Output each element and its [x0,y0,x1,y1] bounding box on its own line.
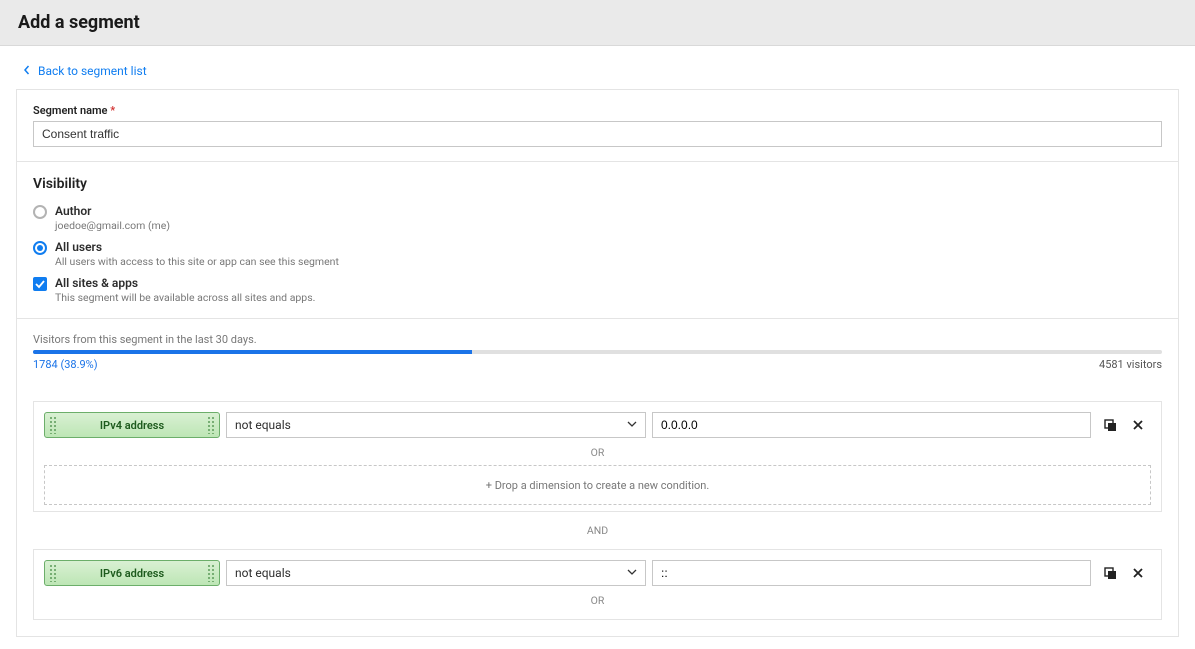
visibility-title: Visibility [33,176,1162,192]
back-link[interactable]: Back to segment list [22,64,147,78]
stats-label: Visitors from this segment in the last 3… [33,333,1162,346]
condition-group: IPv4 address not equals [33,401,1162,512]
stats-total: 4581 visitors [1099,358,1162,371]
segment-panel: Segment name * Visibility Author joedoe@… [16,89,1179,637]
operator-select[interactable]: not equals [226,412,646,438]
stats-numbers: 1784 (38.9%) 4581 visitors [33,358,1162,371]
header-bar: Add a segment [0,0,1195,46]
radio-label: All users [55,240,339,254]
segment-name-input[interactable] [33,121,1162,147]
or-separator: OR [44,594,1151,607]
chevron-down-icon [627,566,637,580]
or-separator: OR [44,446,1151,459]
condition-row: IPv6 address not equals [44,560,1151,586]
progress-fill [33,350,472,354]
radio-sub: joedoe@gmail.com (me) [55,219,170,232]
content-area: Back to segment list Segment name * Visi… [0,46,1195,649]
page-title: Add a segment [18,12,1177,33]
radio-icon [33,205,47,219]
dimension-drop-zone[interactable]: + Drop a dimension to create a new condi… [44,465,1151,505]
name-section: Segment name * [17,90,1178,162]
visibility-option-author[interactable]: Author joedoe@gmail.com (me) [33,204,1162,232]
check-label: All sites & apps [55,276,315,290]
progress-bar [33,350,1162,354]
stats-section: Visitors from this segment in the last 3… [17,319,1178,385]
back-link-label: Back to segment list [38,64,147,78]
remove-button[interactable] [1129,416,1147,434]
row-actions [1097,560,1151,586]
radio-label: Author [55,204,170,218]
and-separator: AND [33,524,1162,537]
radio-sub: All users with access to this site or ap… [55,255,339,268]
chevron-left-icon [22,64,32,78]
dimension-chip[interactable]: IPv6 address [44,560,220,586]
condition-row: IPv4 address not equals [44,412,1151,438]
visibility-all-sites-check[interactable]: All sites & apps This segment will be av… [33,276,1162,304]
row-actions [1097,412,1151,438]
remove-button[interactable] [1129,564,1147,582]
visibility-option-all-users[interactable]: All users All users with access to this … [33,240,1162,268]
value-input[interactable] [652,560,1091,586]
value-input[interactable] [652,412,1091,438]
chevron-down-icon [627,418,637,432]
segment-name-label: Segment name * [33,104,1162,117]
back-row: Back to segment list [16,58,1179,89]
stats-count: 1784 (38.9%) [33,358,98,371]
condition-group: IPv6 address not equals [33,549,1162,620]
radio-icon [33,241,47,255]
dimension-chip[interactable]: IPv4 address [44,412,220,438]
visibility-section: Visibility Author joedoe@gmail.com (me) … [17,162,1178,319]
check-sub: This segment will be available across al… [55,291,315,304]
required-asterisk: * [110,104,115,117]
checkbox-icon [33,277,47,291]
operator-select[interactable]: not equals [226,560,646,586]
duplicate-button[interactable] [1101,416,1119,434]
conditions-section: IPv4 address not equals [17,385,1178,636]
duplicate-button[interactable] [1101,564,1119,582]
